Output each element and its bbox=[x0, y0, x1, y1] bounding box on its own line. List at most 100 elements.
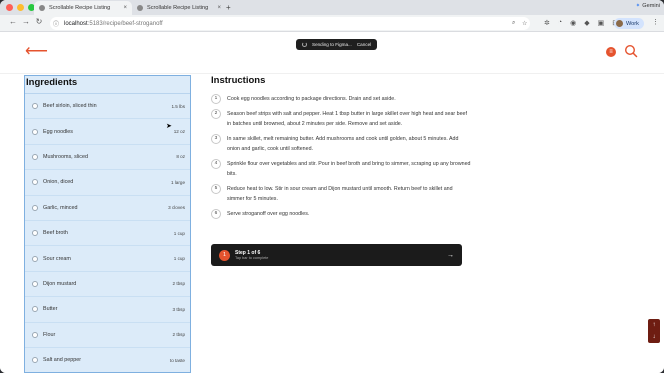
ingredient-name: Egg noodles bbox=[43, 128, 73, 135]
step-text: Season beef strips with salt and pepper.… bbox=[227, 111, 467, 127]
ingredient-checkbox[interactable] bbox=[32, 128, 38, 135]
ingredient-row[interactable]: Mushrooms, sliced 8 oz bbox=[25, 145, 190, 171]
ingredient-row[interactable]: Dijon mustard 2 tbsp bbox=[25, 272, 190, 298]
extension-icon[interactable]: ✲ bbox=[544, 19, 550, 27]
back-arrow-icon[interactable]: ⟵ bbox=[25, 44, 48, 60]
step-text: Reduce heat to low. Stir in sour cream a… bbox=[227, 186, 453, 202]
browser-tab-active[interactable]: Scrollable Recipe Listing × bbox=[34, 1, 132, 15]
figma-status-text: Sending to Figma... bbox=[312, 42, 352, 47]
header-divider bbox=[0, 73, 664, 74]
ingredient-checkbox[interactable] bbox=[32, 306, 38, 313]
steps-list: 1 Cook egg noodles according to package d… bbox=[211, 94, 471, 219]
gemini-button[interactable]: ✦ Gemini bbox=[636, 3, 660, 9]
minimize-window-button[interactable] bbox=[17, 4, 24, 11]
scroll-up-icon[interactable]: ↑ bbox=[653, 322, 656, 328]
step-number: 6 bbox=[211, 209, 221, 219]
browser-menu-icon[interactable]: ⋮ bbox=[652, 18, 659, 26]
tab-strip: Scrollable Recipe Listing × Scrollable R… bbox=[0, 0, 664, 15]
step-number: 5 bbox=[211, 184, 221, 194]
ingredient-amount: 1 large bbox=[170, 179, 185, 185]
ingredient-checkbox[interactable] bbox=[32, 230, 38, 237]
recipe-page: ⟵ Sending to Figma... Cancel ≡ Ingredien… bbox=[0, 33, 664, 373]
ingredient-row[interactable]: Flour 2 tbsp bbox=[25, 323, 190, 348]
ingredient-row[interactable]: Beef sirloin, sliced thin 1.5 lbs bbox=[25, 94, 190, 120]
scroll-controls: ↑ ↓ bbox=[648, 319, 660, 343]
reload-icon[interactable]: ↻ bbox=[34, 17, 44, 26]
extension-icons: ✲ ◔ ◉ ◆ ▣ ⊞ bbox=[544, 19, 618, 27]
ingredients-panel: Ingredients Beef sirloin, sliced thin 1.5… bbox=[24, 75, 191, 373]
ingredients-list: Beef sirloin, sliced thin 1.5 lbs Egg nood… bbox=[25, 94, 190, 372]
ingredient-amount: 2 tbsp bbox=[172, 281, 185, 287]
url-path: :5183/recipe/beef-stroganoff bbox=[87, 20, 163, 27]
spinner-icon bbox=[302, 42, 307, 47]
ingredient-checkbox[interactable] bbox=[32, 280, 38, 287]
extension-icon[interactable]: ◆ bbox=[584, 19, 589, 27]
back-nav-icon[interactable]: ← bbox=[8, 17, 18, 26]
step-progress-bar[interactable]: 1 Step 1 of 6 Tap bar to complete → bbox=[211, 244, 462, 266]
zoom-icon[interactable]: ⌕ bbox=[512, 20, 515, 27]
ingredient-row[interactable]: Beef broth 1 cup bbox=[25, 221, 190, 247]
ingredient-row[interactable]: Butter 3 tbsp bbox=[25, 297, 190, 323]
search-icon[interactable] bbox=[624, 44, 638, 58]
address-bar[interactable]: ⓘ localhost:5183/recipe/beef-stroganoff … bbox=[50, 17, 530, 30]
step-number: 2 bbox=[211, 109, 221, 119]
browser-toolbar: ← → ↻ ⓘ localhost:5183/recipe/beef-strog… bbox=[0, 15, 664, 32]
extension-icon[interactable]: ◔ bbox=[558, 19, 562, 27]
ingredient-amount: 2 tbsp bbox=[172, 332, 185, 338]
site-info-icon[interactable]: ⓘ bbox=[53, 19, 59, 28]
close-window-button[interactable] bbox=[6, 4, 13, 11]
instruction-step[interactable]: 6 Serve stroganoff over egg noodles. bbox=[211, 209, 471, 219]
ingredient-checkbox[interactable] bbox=[32, 153, 38, 160]
ingredient-row[interactable]: Sour cream 1 cup bbox=[25, 246, 190, 272]
ingredients-title: Ingredients bbox=[25, 76, 190, 94]
ingredient-amount: 1 cup bbox=[173, 230, 185, 236]
ingredient-checkbox[interactable] bbox=[32, 103, 38, 110]
ingredient-row[interactable]: Garlic, minced 3 cloves bbox=[25, 196, 190, 221]
step-number: 1 bbox=[211, 94, 221, 104]
avatar bbox=[616, 20, 623, 27]
gemini-icon: ✦ bbox=[635, 3, 641, 9]
ingredient-name: Flour bbox=[43, 331, 56, 338]
step-text: In same skillet, melt remaining butter. … bbox=[227, 136, 459, 152]
gemini-label: Gemini bbox=[642, 3, 660, 9]
ingredient-row[interactable]: Salt and pepper to taste bbox=[25, 348, 190, 372]
instruction-step[interactable]: 3 In same skillet, melt remaining butter.… bbox=[211, 134, 471, 154]
favicon-icon bbox=[39, 5, 45, 11]
ingredient-amount: 12 oz bbox=[173, 129, 185, 135]
profile-button[interactable]: Work bbox=[614, 18, 644, 29]
ingredient-checkbox[interactable] bbox=[32, 204, 38, 211]
ingredient-name: Beef sirloin, sliced thin bbox=[43, 103, 97, 110]
cancel-button[interactable]: Cancel bbox=[357, 42, 371, 47]
close-tab-icon[interactable]: × bbox=[217, 5, 221, 11]
ingredient-name: Garlic, minced bbox=[43, 204, 78, 211]
step-text: Sprinkle flour over vegetables and stir.… bbox=[227, 161, 471, 177]
ingredient-checkbox[interactable] bbox=[32, 331, 38, 338]
instruction-step[interactable]: 1 Cook egg noodles according to package d… bbox=[211, 94, 471, 104]
tab-title: Scrollable Recipe Listing bbox=[147, 5, 209, 11]
ingredient-checkbox[interactable] bbox=[32, 357, 38, 364]
filter-icon[interactable]: ≡ bbox=[606, 47, 616, 57]
forward-nav-icon[interactable]: → bbox=[21, 17, 31, 26]
instruction-step[interactable]: 4 Sprinkle flour over vegetables and stir… bbox=[211, 159, 471, 179]
step-number: 3 bbox=[211, 134, 221, 144]
bookmark-star-icon[interactable]: ☆ bbox=[522, 20, 527, 27]
ingredient-row[interactable]: Onion, diced 1 large bbox=[25, 170, 190, 196]
extension-icon[interactable]: ◉ bbox=[570, 19, 576, 27]
mouse-cursor-icon: ➤ bbox=[166, 123, 172, 130]
ingredient-checkbox[interactable] bbox=[32, 255, 38, 262]
ingredient-name: Dijon mustard bbox=[43, 280, 77, 287]
ingredient-name: Beef broth bbox=[43, 230, 68, 237]
ingredient-checkbox[interactable] bbox=[32, 179, 38, 186]
step-number-badge: 1 bbox=[219, 249, 230, 261]
instruction-step[interactable]: 5 Reduce heat to low. Stir in sour cream … bbox=[211, 184, 471, 204]
step-progress-hint: Tap bar to complete bbox=[235, 256, 269, 260]
new-tab-button[interactable]: + bbox=[226, 3, 231, 12]
ingredient-amount: 3 tbsp bbox=[172, 306, 185, 312]
step-text: Cook egg noodles according to package di… bbox=[227, 96, 396, 102]
ingredient-name: Mushrooms, sliced bbox=[43, 153, 88, 160]
instruction-step[interactable]: 2 Season beef strips with salt and pepper… bbox=[211, 109, 471, 129]
close-tab-icon[interactable]: × bbox=[123, 5, 127, 11]
browser-tab[interactable]: Scrollable Recipe Listing × bbox=[132, 1, 226, 15]
side-panel-icon[interactable]: ▣ bbox=[598, 19, 605, 27]
scroll-down-icon[interactable]: ↓ bbox=[653, 334, 656, 340]
